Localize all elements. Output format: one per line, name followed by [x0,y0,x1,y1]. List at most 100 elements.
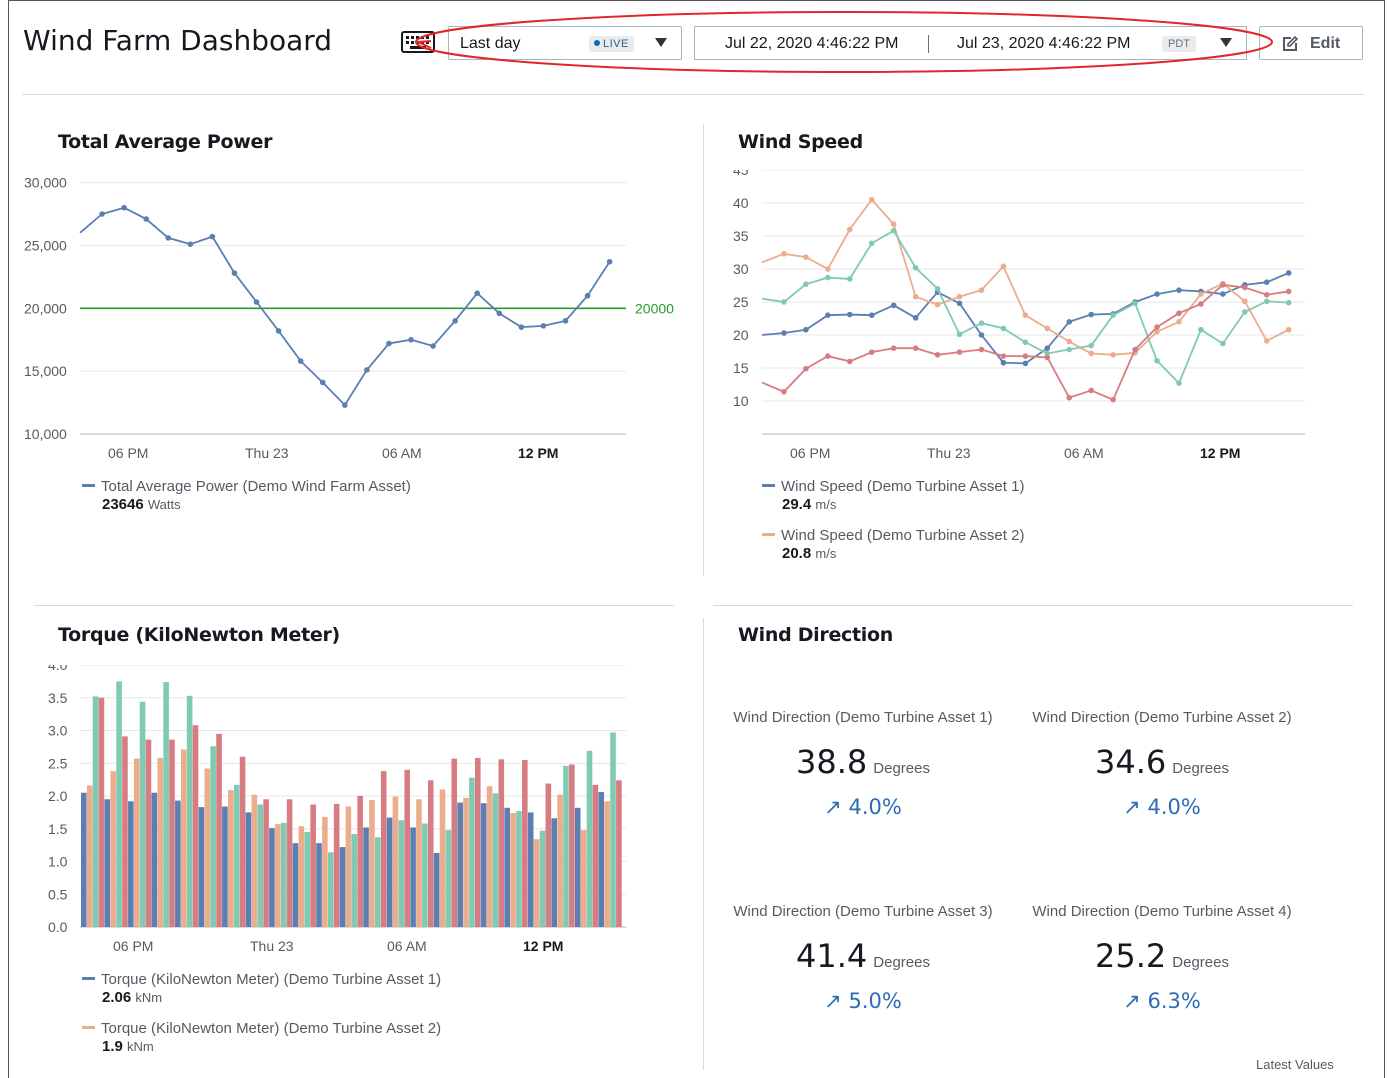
data-point [934,286,941,292]
legend-item[interactable]: Torque (KiloNewton Meter) (Demo Turbine … [82,971,441,988]
torque-bar [263,799,269,927]
torque-bar [169,739,175,927]
series-line [761,272,1290,365]
kpi-wind-direction-2[interactable]: Wind Direction (Demo Turbine Asset 2) 34… [1022,706,1302,819]
torque-bar [257,804,263,927]
data-point [297,358,304,364]
legend-swatch [762,533,775,536]
data-point [846,311,853,318]
kpi-wind-direction-3[interactable]: Wind Direction (Demo Turbine Asset 3) 41… [723,900,1003,1013]
keyboard-icon[interactable] [401,30,435,54]
power-legend: Total Average Power (Demo Wind Farm Asse… [82,478,411,513]
torque-bar [433,852,440,927]
data-point [408,336,414,343]
power-panel-title: Total Average Power [58,131,273,153]
torque-chart[interactable]: 0.0 0.5 1.0 1.5 2.0 2.5 3.0 3.5 4.0 06 PM Thu 23 06… [0,665,700,965]
torque-bar [498,759,505,927]
date-end[interactable]: Jul 23, 2020 4:46:22 PM [957,35,1130,53]
torque-bar [422,823,428,927]
data-point [1220,340,1226,347]
dashboard-title: Wind Farm Dashboard [23,24,333,57]
legend-value: 2.06 kNm [82,989,441,1006]
torque-bar [386,817,393,927]
wind-direction-panel-title: Wind Direction [738,624,893,646]
torque-bar [457,802,463,927]
data-point [518,324,525,330]
torque-bar [463,797,469,927]
legend-label: Wind Speed (Demo Turbine Asset 1) [781,478,1025,495]
kpi-name: Wind Direction (Demo Turbine Asset 4) [1032,903,1292,920]
data-point [1110,312,1116,318]
edit-button[interactable]: Edit [1259,26,1363,60]
torque-bar [510,813,516,927]
y-tick-label: 40 [733,195,749,211]
live-dot-icon [594,40,600,46]
data-point [912,315,919,321]
legend-unit: kNm [135,990,163,1005]
torque-bar [469,777,475,927]
legend-item[interactable]: Wind Speed (Demo Turbine Asset 1) [762,478,1024,495]
legend-value-number: 29.4 [782,496,812,513]
kpi-value: 25.2 Degrees [1022,937,1302,975]
torque-bar [345,806,352,927]
trend-up-icon: ↗ [824,989,842,1013]
data-point [825,266,831,272]
y-tick-label: 2.0 [48,788,68,804]
data-point [1132,346,1138,353]
data-point [1242,298,1248,305]
data-point [956,349,963,355]
torque-bar [375,837,381,927]
y-tick-label: 20,000 [24,300,67,316]
torque-bar [98,697,105,927]
x-tick-label: Thu 23 [927,445,971,461]
data-point [1066,319,1073,325]
data-point [1022,360,1029,367]
data-point [1154,324,1160,330]
data-point [934,352,941,358]
chevron-down-icon[interactable] [1220,38,1232,47]
y-tick-label: 1.0 [48,854,68,870]
kpi-value-number: 41.4 [796,937,868,975]
date-separator [928,35,929,53]
date-start[interactable]: Jul 22, 2020 4:46:22 PM [725,35,898,53]
torque-bar [151,792,158,927]
torque-bar [310,804,316,927]
kpi-wind-direction-1[interactable]: Wind Direction (Demo Turbine Asset 1) 38… [723,706,1003,819]
legend-item[interactable]: Total Average Power (Demo Wind Farm Asse… [82,478,411,495]
kpi-unit: Degrees [873,954,930,971]
kpi-value: 38.8 Degrees [723,743,1003,781]
torque-bar [316,843,322,927]
data-point [846,358,853,365]
kpi-wind-direction-4[interactable]: Wind Direction (Demo Turbine Asset 4) 25… [1022,900,1302,1013]
y-tick-label: 30,000 [24,175,67,191]
series-line [761,229,1289,385]
torque-bar [110,771,116,927]
chevron-down-icon[interactable] [655,38,667,47]
data-point [1066,338,1073,345]
torque-bar [204,768,211,927]
timezone-badge: PDT [1162,36,1196,52]
power-chart[interactable]: 10,000 15,000 20,000 25,000 30,000 06 PM Thu 2… [0,170,700,470]
data-point [978,332,985,338]
live-badge: LIVE [589,36,634,52]
date-range-picker[interactable]: Jul 22, 2020 4:46:22 PM Jul 23, 2020 4:4… [694,26,1247,60]
time-range-dropdown[interactable]: Last day LIVE [448,26,682,60]
data-point [121,204,127,211]
series-line [79,206,611,407]
data-point [386,340,392,347]
data-point [1000,353,1007,359]
kpi-value-number: 25.2 [1095,937,1167,975]
x-tick-label: 06 AM [387,938,427,954]
wind-speed-chart[interactable]: 10 15 20 25 30 35 40 45 06 PM Thu 23 06 AM 12 PM [700,170,1387,470]
torque-bar [563,765,569,927]
data-point [781,251,787,257]
data-point [584,292,591,299]
data-point [1088,387,1094,394]
kpi-name: Wind Direction (Demo Turbine Asset 1) [733,709,993,726]
torque-bar [569,764,575,927]
data-point [956,300,963,307]
legend-item[interactable]: Wind Speed (Demo Turbine Asset 2) [762,527,1024,544]
data-point [1220,291,1226,297]
y-tick-label: 45 [733,170,749,178]
legend-item[interactable]: Torque (KiloNewton Meter) (Demo Turbine … [82,1020,441,1037]
